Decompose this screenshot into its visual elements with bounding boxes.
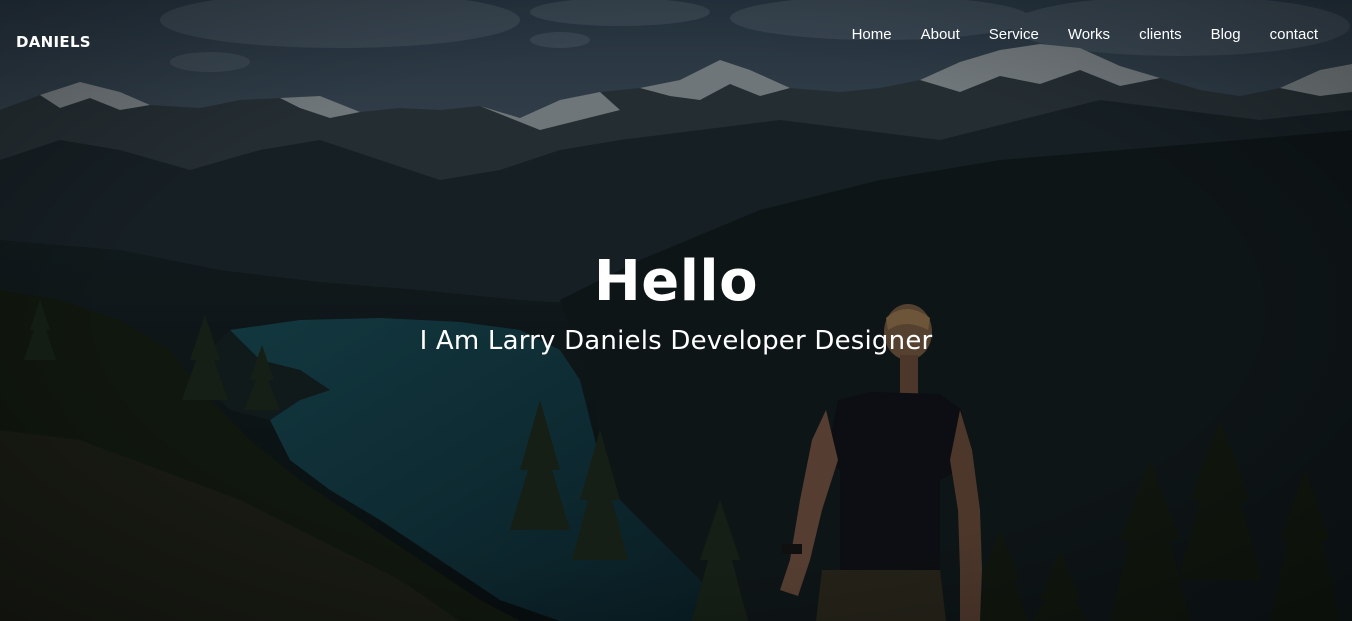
nav-link-about[interactable]: About [892,26,960,44]
hero-title: Hello [593,249,759,314]
main-nav: Home About Service Works clients Blog co… [823,26,1318,44]
nav-link-contact[interactable]: contact [1241,26,1318,44]
nav-item-works: Works [1039,26,1110,44]
nav-link-home[interactable]: Home [823,26,892,44]
nav-item-blog: Blog [1182,26,1241,44]
hero-text-block: Hello I Am Larry Daniels Developer Desig… [0,246,1352,358]
nav-item-clients: clients [1110,26,1182,44]
top-navbar: DANIELS Home About Service Works clients… [0,0,1352,80]
nav-item-service: Service [960,26,1039,44]
nav-item-home: Home [823,26,892,44]
brand-logo[interactable]: DANIELS [16,33,91,51]
nav-link-service[interactable]: Service [960,26,1039,44]
nav-link-clients[interactable]: clients [1110,26,1182,44]
nav-item-contact: contact [1241,26,1318,44]
nav-item-about: About [892,26,960,44]
nav-link-blog[interactable]: Blog [1182,26,1241,44]
nav-link-works[interactable]: Works [1039,26,1110,44]
hero-section: DANIELS Home About Service Works clients… [0,0,1352,621]
hero-subtitle: I Am Larry Daniels Developer Designer [419,326,933,356]
